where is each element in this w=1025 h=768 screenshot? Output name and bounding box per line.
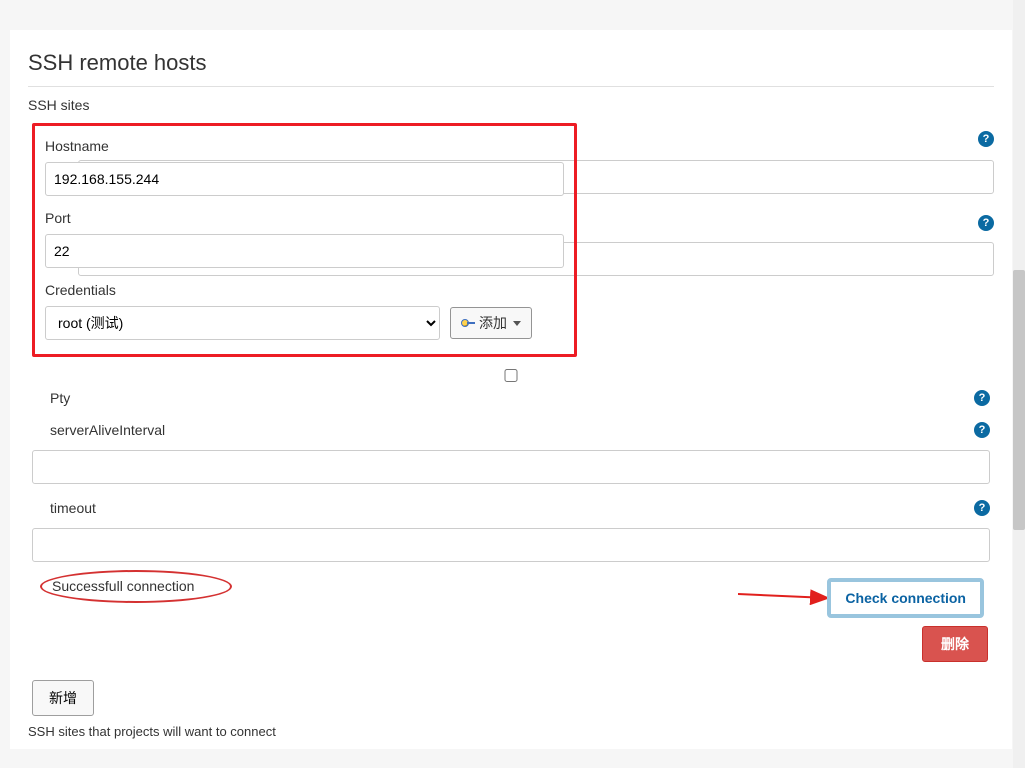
key-icon [461,319,475,327]
add-site-button[interactable]: 新增 [32,680,94,716]
status-row: Successfull connection Check connection [32,578,990,620]
field-hostname: Hostname [45,138,564,196]
annotation-highlight-box: Hostname Port Credentials root (测试) 添加 [32,123,577,357]
label-credentials: Credentials [45,282,564,298]
annotation-arrow [738,586,838,606]
section-title: SSH remote hosts [28,50,994,76]
scrollbar[interactable] [1013,0,1025,768]
check-connection-button[interactable]: Check connection [827,578,984,618]
port-input[interactable] [45,234,564,268]
field-credentials: Credentials root (测试) 添加 [45,282,564,340]
form-container: ? ? Hostname Port Credentials root (测试) [28,123,994,739]
config-section: SSH remote hosts SSH sites ? ? Hostname … [10,30,1012,749]
label-pty: Pty [50,390,990,406]
add-credential-label: 添加 [479,313,507,333]
label-hostname: Hostname [45,138,564,154]
hostname-input[interactable] [45,162,564,196]
field-serveraliveinterval: serverAliveInterval ? [32,422,990,484]
help-icon[interactable]: ? [974,500,990,516]
subtitle: SSH sites [28,97,994,113]
scrollbar-thumb[interactable] [1013,270,1025,530]
divider [28,86,994,87]
delete-button[interactable]: 删除 [922,626,988,662]
help-icon[interactable]: ? [978,131,994,147]
add-credential-button[interactable]: 添加 [450,307,532,339]
label-port: Port [45,210,564,226]
add-row: 新增 [32,680,990,716]
field-pty: Pty ? [32,390,990,406]
credentials-select[interactable]: root (测试) [45,306,440,340]
delete-row: 删除 [34,626,988,662]
label-serveraliveinterval: serverAliveInterval [50,422,990,438]
field-port: Port [45,210,564,268]
label-timeout: timeout [50,500,990,516]
footer-note: SSH sites that projects will want to con… [28,724,994,739]
help-icon[interactable]: ? [974,390,990,406]
field-timeout: timeout ? [32,500,990,562]
chevron-down-icon [513,321,521,326]
help-icon[interactable]: ? [978,215,994,231]
timeout-input[interactable] [32,528,990,562]
pty-checkbox[interactable] [504,369,518,382]
serveraliveinterval-input[interactable] [32,450,990,484]
credentials-row: root (测试) 添加 [45,306,564,340]
annotation-ellipse [40,570,232,603]
help-icon[interactable]: ? [974,422,990,438]
